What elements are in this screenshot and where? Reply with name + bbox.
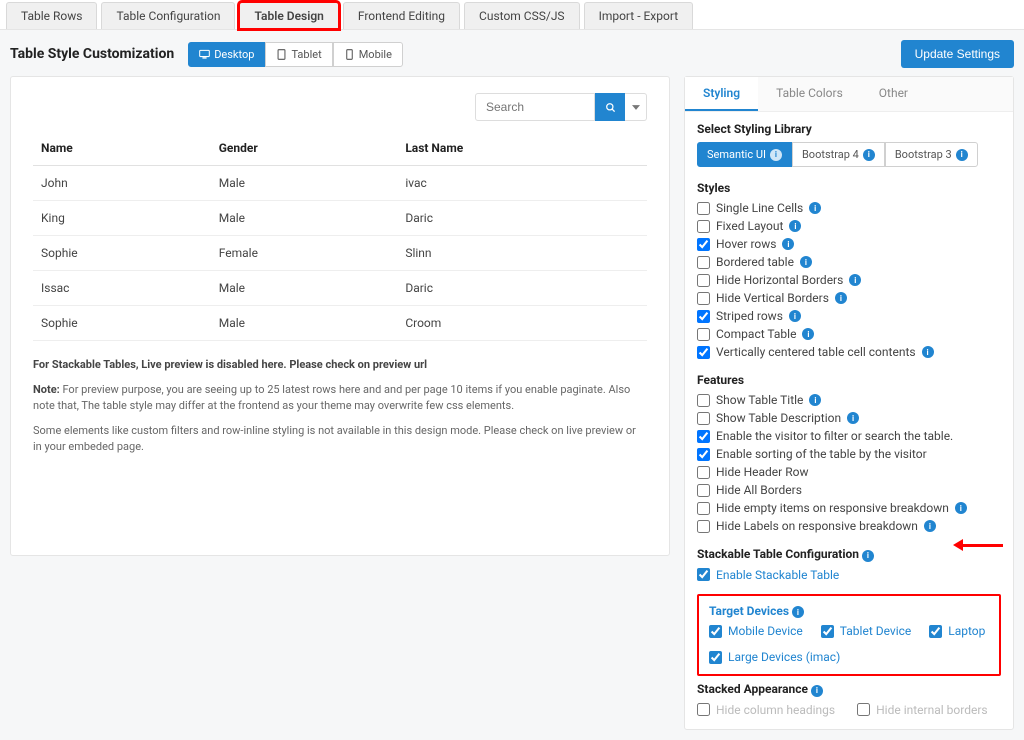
heading-styling-library: Select Styling Library bbox=[697, 122, 1001, 136]
feature-option[interactable]: Hide All Borders bbox=[697, 483, 1001, 497]
search-button[interactable] bbox=[595, 93, 625, 121]
device-mobile-label: Mobile bbox=[359, 48, 392, 61]
target-mobile[interactable]: Mobile Device bbox=[709, 624, 803, 638]
note-elements: Some elements like custom filters and ro… bbox=[33, 423, 647, 456]
col-lastname[interactable]: Last Name bbox=[397, 131, 647, 166]
info-icon[interactable]: i bbox=[924, 520, 936, 532]
info-icon[interactable]: i bbox=[809, 394, 821, 406]
table-row: JohnMaleivac bbox=[33, 166, 647, 201]
mobile-icon bbox=[344, 49, 355, 60]
hide-internal-borders[interactable]: Hide internal borders bbox=[857, 703, 987, 717]
info-icon[interactable]: i bbox=[862, 550, 874, 562]
info-icon: i bbox=[770, 149, 782, 161]
preview-card: Name Gender Last Name JohnMaleivac KingM… bbox=[10, 76, 670, 556]
heading-features: Features bbox=[697, 373, 1001, 387]
annotation-arrow bbox=[953, 539, 1003, 551]
col-name[interactable]: Name bbox=[33, 131, 211, 166]
update-settings-button[interactable]: Update Settings bbox=[901, 40, 1014, 68]
info-icon[interactable]: i bbox=[847, 412, 859, 424]
style-option[interactable]: Fixed Layout i bbox=[697, 219, 1001, 233]
device-tablet[interactable]: Tablet bbox=[265, 42, 332, 67]
style-option[interactable]: Bordered table i bbox=[697, 255, 1001, 269]
lib-bootstrap4[interactable]: Bootstrap 4 i bbox=[792, 142, 885, 167]
feature-option[interactable]: Enable sorting of the table by the visit… bbox=[697, 447, 1001, 461]
search-options-button[interactable] bbox=[625, 93, 647, 121]
tab-import-export[interactable]: Import - Export bbox=[584, 2, 694, 29]
chevron-down-icon bbox=[632, 105, 640, 110]
heading-styles: Styles bbox=[697, 181, 1001, 195]
preview-notes: For Stackable Tables, Live preview is di… bbox=[33, 357, 647, 456]
style-option[interactable]: Hide Vertical Borders i bbox=[697, 291, 1001, 305]
hide-column-headings[interactable]: Hide column headings bbox=[697, 703, 835, 717]
info-icon: i bbox=[956, 149, 968, 161]
heading-target-devices: Target Devices i bbox=[709, 604, 989, 619]
tab-custom-css-js[interactable]: Custom CSS/JS bbox=[464, 2, 580, 29]
device-desktop-label: Desktop bbox=[214, 48, 254, 61]
search-input[interactable] bbox=[475, 93, 595, 121]
target-large[interactable]: Large Devices (imac) bbox=[709, 650, 840, 664]
style-option[interactable]: Vertically centered table cell contents … bbox=[697, 345, 1001, 359]
device-desktop[interactable]: Desktop bbox=[188, 42, 265, 67]
feature-option[interactable]: Hide Header Row bbox=[697, 465, 1001, 479]
tab-table-rows[interactable]: Table Rows bbox=[6, 2, 97, 29]
device-mobile[interactable]: Mobile bbox=[333, 42, 403, 67]
heading-stacked-appearance: Stacked Appearance i bbox=[697, 682, 1001, 697]
tab-table-configuration[interactable]: Table Configuration bbox=[101, 2, 235, 29]
info-icon[interactable]: i bbox=[811, 685, 823, 697]
page-bar: Table Style Customization Desktop Tablet… bbox=[0, 30, 1024, 76]
tab-frontend-editing[interactable]: Frontend Editing bbox=[343, 2, 460, 29]
page-title: Table Style Customization bbox=[10, 46, 174, 62]
feature-option[interactable]: Hide empty items on responsive breakdown… bbox=[697, 501, 1001, 515]
style-option[interactable]: Single Line Cells i bbox=[697, 201, 1001, 215]
info-icon: i bbox=[863, 149, 875, 161]
style-option[interactable]: Hide Horizontal Borders i bbox=[697, 273, 1001, 287]
enable-stackable-checkbox[interactable]: Enable Stackable Table bbox=[697, 568, 1001, 582]
col-gender[interactable]: Gender bbox=[211, 131, 398, 166]
search-icon bbox=[605, 102, 616, 113]
styling-library-options: Semantic UI i Bootstrap 4 i Bootstrap 3 … bbox=[697, 142, 1001, 167]
feature-option[interactable]: Hide Labels on responsive breakdown i bbox=[697, 519, 1001, 533]
note-stackable: For Stackable Tables, Live preview is di… bbox=[33, 358, 427, 371]
settings-tabs: Styling Table Colors Other bbox=[685, 77, 1013, 112]
settings-panel: Styling Table Colors Other Select Stylin… bbox=[684, 76, 1014, 730]
info-icon[interactable]: i bbox=[922, 346, 934, 358]
tablet-icon bbox=[276, 49, 287, 60]
info-icon[interactable]: i bbox=[800, 256, 812, 268]
table-row: KingMaleDaric bbox=[33, 201, 647, 236]
top-tabs: Table Rows Table Configuration Table Des… bbox=[0, 0, 1024, 30]
info-icon[interactable]: i bbox=[835, 292, 847, 304]
note-label: Note: bbox=[33, 383, 60, 396]
info-icon[interactable]: i bbox=[789, 220, 801, 232]
lib-bootstrap3[interactable]: Bootstrap 3 i bbox=[885, 142, 978, 167]
table-row: SophieMaleCroom bbox=[33, 306, 647, 341]
style-option[interactable]: Hover rows i bbox=[697, 237, 1001, 251]
feature-option[interactable]: Enable the visitor to filter or search t… bbox=[697, 429, 1001, 443]
feature-option[interactable]: Show Table Description i bbox=[697, 411, 1001, 425]
table-row: IssacMaleDaric bbox=[33, 271, 647, 306]
style-option[interactable]: Compact Table i bbox=[697, 327, 1001, 341]
info-icon[interactable]: i bbox=[849, 274, 861, 286]
table-row: SophieFemaleSlinn bbox=[33, 236, 647, 271]
desktop-icon bbox=[199, 49, 210, 60]
device-switcher: Desktop Tablet Mobile bbox=[188, 42, 403, 67]
target-laptop[interactable]: Laptop bbox=[929, 624, 985, 638]
tab-styling[interactable]: Styling bbox=[685, 77, 758, 111]
tab-other[interactable]: Other bbox=[861, 77, 926, 111]
info-icon[interactable]: i bbox=[955, 502, 967, 514]
info-icon[interactable]: i bbox=[802, 328, 814, 340]
feature-option[interactable]: Show Table Title i bbox=[697, 393, 1001, 407]
note-body: For preview purpose, you are seeing up t… bbox=[33, 383, 630, 413]
info-icon[interactable]: i bbox=[809, 202, 821, 214]
preview-table: Name Gender Last Name JohnMaleivac KingM… bbox=[33, 131, 647, 341]
tab-table-colors[interactable]: Table Colors bbox=[758, 77, 861, 111]
info-icon[interactable]: i bbox=[782, 238, 794, 250]
lib-semantic-ui[interactable]: Semantic UI i bbox=[697, 142, 792, 167]
device-tablet-label: Tablet bbox=[291, 48, 321, 61]
target-devices-box: Target Devices i Mobile Device Tablet De… bbox=[697, 594, 1001, 677]
style-option[interactable]: Striped rows i bbox=[697, 309, 1001, 323]
info-icon[interactable]: i bbox=[792, 606, 804, 618]
target-tablet[interactable]: Tablet Device bbox=[821, 624, 911, 638]
tab-table-design[interactable]: Table Design bbox=[239, 2, 338, 29]
info-icon[interactable]: i bbox=[789, 310, 801, 322]
